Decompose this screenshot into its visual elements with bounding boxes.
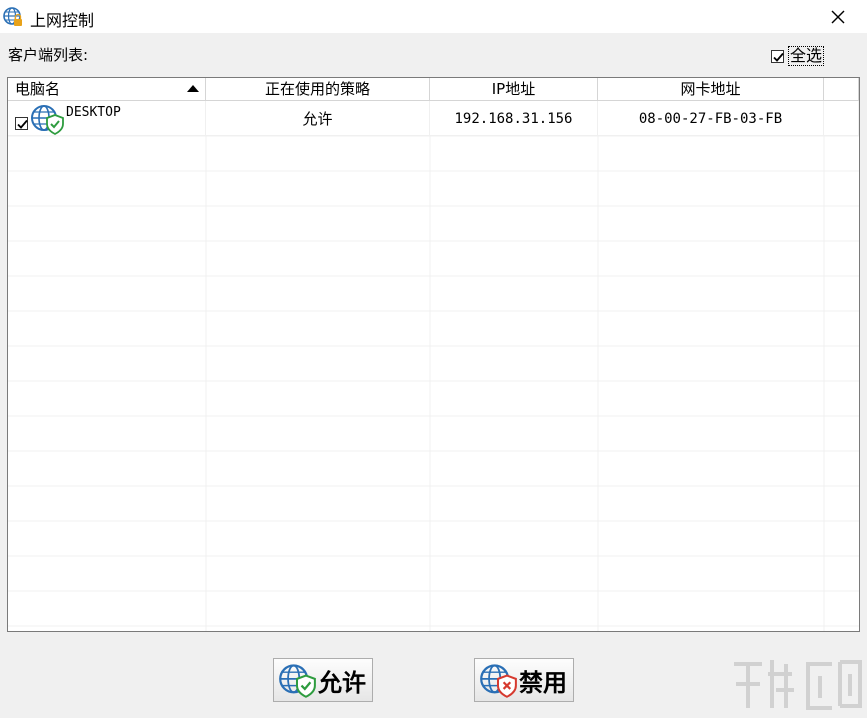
client-list-label: 客户端列表:: [8, 44, 88, 65]
window-title: 上网控制: [30, 7, 94, 31]
policy-value: 允许: [302, 108, 332, 129]
cell-ip: 192.168.31.156: [430, 101, 598, 136]
watermark-logo: [728, 650, 864, 718]
allow-button[interactable]: 允许: [273, 658, 373, 702]
select-all-check-icon[interactable]: [771, 50, 784, 63]
table-row[interactable]: DESKTOP 允许 192.168.31.156 08-00-27-FB-03…: [8, 101, 859, 136]
cell-computer-name: DESKTOP: [8, 101, 206, 136]
column-header-policy[interactable]: 正在使用的策略: [206, 78, 430, 100]
column-header-mac[interactable]: 网卡地址: [598, 78, 824, 100]
column-header-label: IP地址: [492, 80, 535, 98]
table-header: 电脑名 正在使用的策略 IP地址 网卡地址: [8, 78, 859, 101]
row-checkbox[interactable]: [15, 117, 28, 130]
block-button[interactable]: 禁用: [474, 658, 574, 702]
globe-shield-x-icon: [479, 661, 517, 699]
column-header-ip[interactable]: IP地址: [430, 78, 598, 100]
allow-button-label: 允许: [318, 663, 366, 698]
globe-lock-icon: [2, 6, 24, 28]
globe-shield-check-icon: [30, 102, 64, 136]
sort-ascending-icon: [187, 85, 199, 92]
cell-policy: 允许: [206, 101, 430, 136]
cell-filler: [824, 101, 859, 136]
table-grid-lines: [8, 136, 859, 632]
column-header-label: 正在使用的策略: [265, 80, 370, 98]
table-body: DESKTOP 允许 192.168.31.156 08-00-27-FB-03…: [8, 101, 859, 136]
column-header-label: 网卡地址: [680, 80, 740, 98]
title-bar: 上网控制: [0, 0, 867, 33]
mac-value: 08-00-27-FB-03-FB: [639, 111, 782, 127]
column-header-filler: [824, 78, 859, 100]
cell-mac: 08-00-27-FB-03-FB: [598, 101, 824, 136]
column-header-computer-name[interactable]: 电脑名: [8, 78, 206, 100]
ip-value: 192.168.31.156: [454, 111, 572, 127]
globe-shield-check-icon: [278, 661, 316, 699]
computer-name: DESKTOP: [66, 105, 121, 120]
block-button-label: 禁用: [519, 663, 567, 698]
client-table[interactable]: 电脑名 正在使用的策略 IP地址 网卡地址: [7, 77, 860, 632]
close-icon[interactable]: [826, 5, 850, 29]
select-all-checkbox[interactable]: 全选: [771, 46, 824, 66]
column-header-label: 电脑名: [15, 80, 60, 98]
select-all-label[interactable]: 全选: [788, 46, 824, 66]
